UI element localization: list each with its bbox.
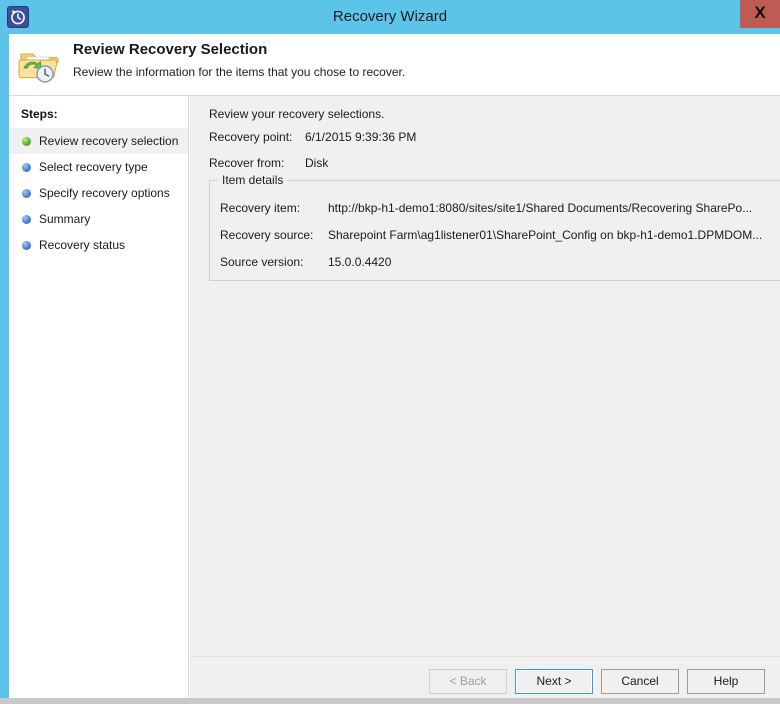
close-button[interactable]: X	[740, 0, 780, 28]
recovery-source-value: Sharepoint Farm\ag1listener01\SharePoint…	[328, 228, 763, 242]
sidebar-item-select-recovery-type[interactable]: Select recovery type	[9, 154, 188, 180]
back-button[interactable]: < Back	[429, 669, 507, 694]
step-bullet-icon	[22, 241, 31, 250]
recovery-point-row: Recovery point: 6/1/2015 9:39:36 PM	[209, 130, 416, 146]
page-title: Review Recovery Selection	[73, 41, 268, 58]
sidebar-item-review-recovery-selection[interactable]: Review recovery selection	[9, 128, 188, 154]
recovery-point-value: 6/1/2015 9:39:36 PM	[305, 130, 417, 144]
recovery-item-row: Recovery item: http://bkp-h1-demo1:8080/s…	[220, 201, 776, 217]
recover-from-value: Disk	[305, 156, 329, 170]
sidebar-item-label: Specify recovery options	[39, 186, 170, 200]
sidebar-item-recovery-status[interactable]: Recovery status	[9, 232, 188, 258]
wizard-client-area: Review Recovery Selection Review the inf…	[9, 34, 780, 698]
steps-sidebar: Steps: Review recovery selection Select …	[9, 96, 189, 698]
title-bar: Recovery Wizard X	[0, 0, 780, 34]
folder-recovery-icon	[18, 45, 60, 85]
sidebar-item-label: Recovery status	[39, 238, 126, 252]
recover-from-label: Recover from:	[209, 156, 285, 170]
item-details-groupbox: Item details Recovery item: http://bkp-h1…	[209, 173, 780, 281]
page-subtitle: Review the information for the items tha…	[73, 65, 406, 79]
steps-heading: Steps:	[21, 107, 58, 121]
source-version-label: Source version:	[220, 255, 304, 269]
close-icon: X	[754, 3, 766, 22]
main-intro-text: Review your recovery selections.	[209, 107, 385, 121]
step-bullet-icon	[22, 163, 31, 172]
main-panel: Review your recovery selections. Recover…	[190, 96, 780, 698]
recovery-wizard-window: Recovery Wizard X Review Recovery Select…	[0, 0, 780, 704]
item-details-legend: Item details	[218, 173, 288, 187]
sidebar-item-label: Review recovery selection	[39, 134, 179, 148]
recovery-item-value: http://bkp-h1-demo1:8080/sites/site1/Sha…	[328, 201, 753, 215]
step-bullet-icon	[22, 189, 31, 198]
recovery-item-label: Recovery item:	[220, 201, 301, 215]
button-bar: < Back Next > Cancel Help	[190, 657, 780, 698]
source-version-row: Source version: 15.0.0.4420	[220, 255, 776, 271]
recovery-source-label: Recovery source:	[220, 228, 314, 242]
steps-list: Review recovery selection Select recover…	[9, 128, 188, 258]
sidebar-item-label: Summary	[39, 212, 91, 226]
window-bottom-strip	[0, 698, 780, 704]
cancel-button[interactable]: Cancel	[601, 669, 679, 694]
recover-from-row: Recover from: Disk	[209, 156, 328, 172]
source-version-value: 15.0.0.4420	[328, 255, 392, 269]
sidebar-item-label: Select recovery type	[39, 160, 148, 174]
window-title: Recovery Wizard	[332, 8, 448, 25]
recovery-clock-icon	[7, 6, 29, 28]
sidebar-item-specify-recovery-options[interactable]: Specify recovery options	[9, 180, 188, 206]
wizard-header: Review Recovery Selection Review the inf…	[9, 34, 780, 96]
step-bullet-icon	[22, 215, 31, 224]
recovery-source-row: Recovery source: Sharepoint Farm\ag1liste…	[220, 228, 776, 244]
help-button[interactable]: Help	[687, 669, 765, 694]
sidebar-item-summary[interactable]: Summary	[9, 206, 188, 232]
step-bullet-icon	[22, 137, 31, 146]
recovery-point-label: Recovery point:	[209, 130, 293, 144]
next-button[interactable]: Next >	[515, 669, 593, 694]
